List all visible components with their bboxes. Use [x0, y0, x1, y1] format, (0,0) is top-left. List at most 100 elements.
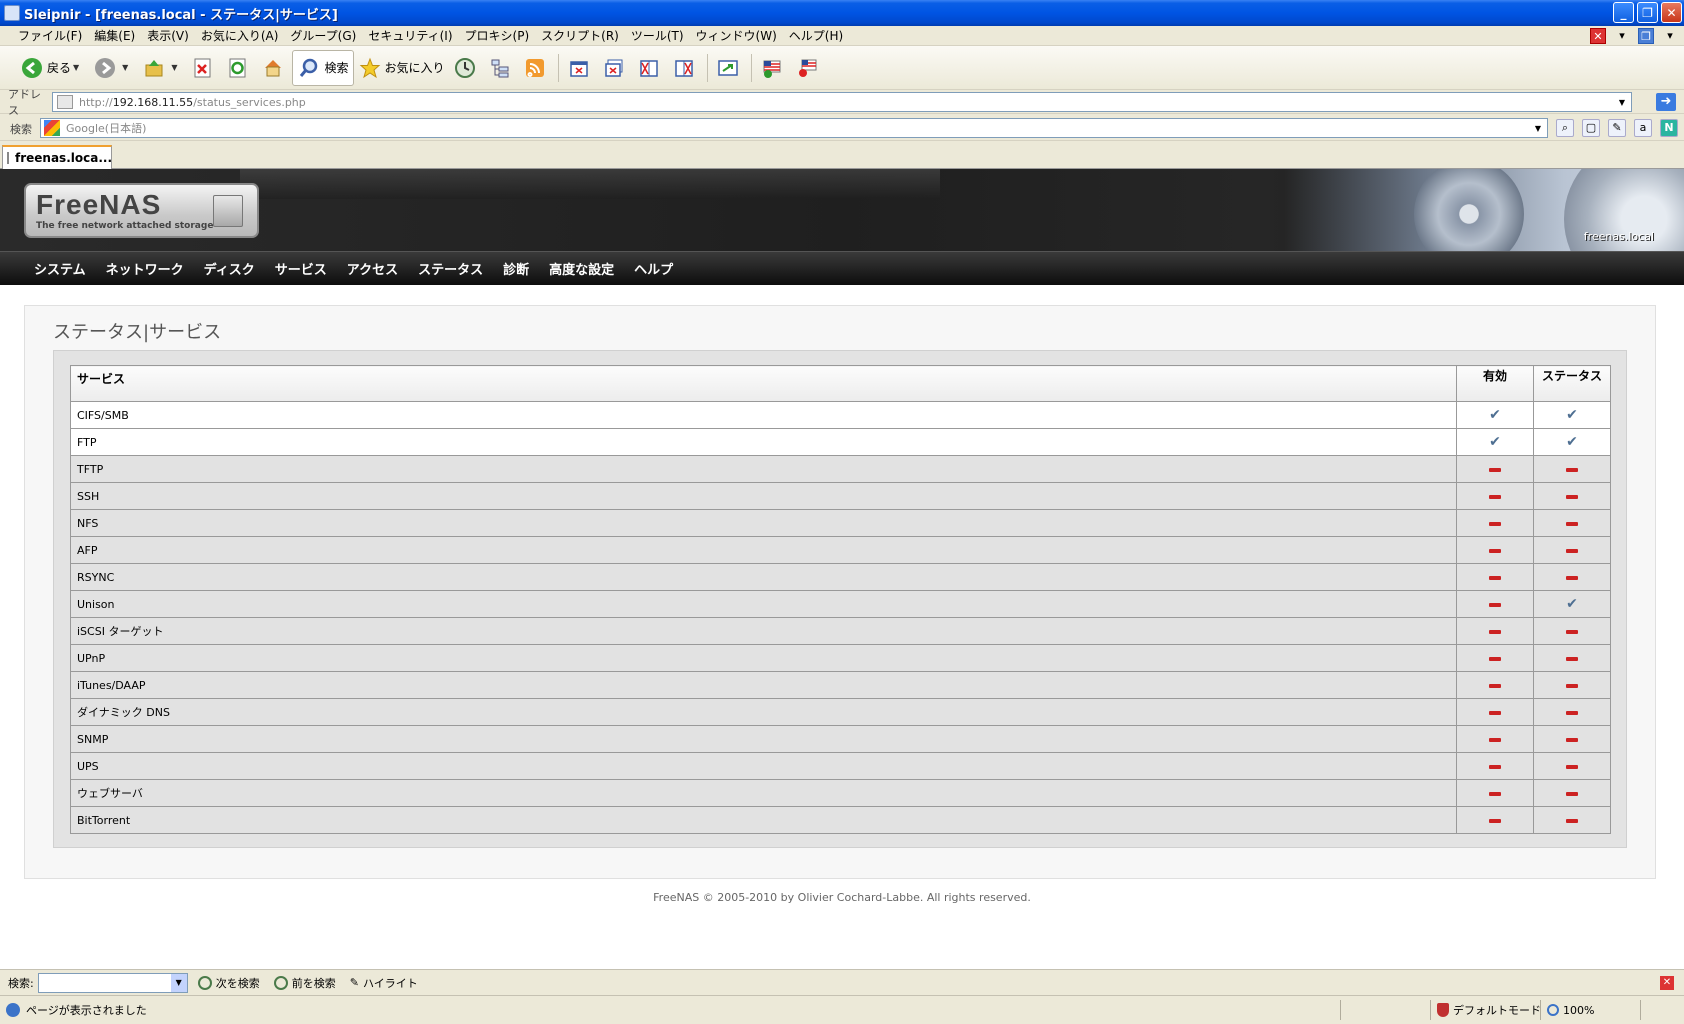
nav-disks[interactable]: ディスク — [194, 259, 265, 278]
service-name: SSH — [70, 482, 1457, 510]
restore-tab-icon[interactable]: ❐ — [1638, 28, 1654, 44]
menu-help[interactable]: ヘルプ(H) — [785, 27, 851, 44]
chevron-down-icon[interactable]: ▼ — [1619, 98, 1625, 107]
search-icon — [297, 56, 321, 80]
flag-button-1[interactable] — [756, 50, 791, 86]
find-input[interactable]: ▼ — [37, 972, 188, 993]
amazon-icon[interactable]: a — [1634, 119, 1652, 137]
chevron-down-icon[interactable]: ▾ — [1614, 28, 1630, 44]
tab-control-button-3[interactable] — [633, 50, 668, 86]
disabled-dash-icon — [1489, 467, 1501, 472]
flag-button-2[interactable] — [791, 50, 826, 86]
chevron-down-icon[interactable]: ▼ — [170, 973, 187, 992]
chevron-down-icon[interactable]: ▼ — [73, 63, 79, 72]
menu-edit[interactable]: 編集(E) — [90, 27, 143, 44]
service-enabled-cell — [1456, 509, 1534, 537]
search-icon — [197, 975, 212, 990]
nav-diagnostics[interactable]: 診断 — [493, 259, 539, 278]
service-enabled-cell — [1456, 806, 1534, 834]
tab-control-button-2[interactable] — [598, 50, 633, 86]
table-row: TFTP — [70, 455, 1611, 483]
tab-control-button-1[interactable] — [563, 50, 598, 86]
nav-status[interactable]: ステータス — [408, 259, 493, 278]
disabled-dash-icon — [1566, 710, 1578, 715]
highlight-pen-icon: ✎ — [349, 976, 359, 989]
highlight-button[interactable]: ✎ ハイライト — [350, 975, 418, 991]
service-name: RSYNC — [70, 563, 1457, 591]
freenas-logo[interactable]: FreeNAS The free network attached storag… — [24, 183, 259, 238]
disabled-dash-icon — [1566, 467, 1578, 472]
menu-favorites[interactable]: お気に入り(A) — [197, 27, 287, 44]
status-text: ページが表示されました — [26, 1004, 147, 1017]
service-status-cell — [1533, 698, 1611, 726]
service-enabled-cell — [1456, 779, 1534, 807]
chevron-down-icon[interactable]: ▼ — [1535, 124, 1541, 133]
disabled-dash-icon — [1489, 818, 1501, 823]
service-status-cell — [1533, 482, 1611, 510]
nav-network[interactable]: ネットワーク — [96, 259, 194, 278]
favorites-button[interactable]: お気に入り — [354, 50, 449, 86]
search-icon[interactable]: ⌕ — [1556, 119, 1574, 137]
go-arrow-icon[interactable]: ➜ — [1656, 93, 1676, 111]
rss-button[interactable] — [519, 50, 554, 86]
menu-window[interactable]: ウィンドウ(W) — [692, 27, 785, 44]
nav-system[interactable]: システム — [24, 259, 96, 278]
stop-button[interactable] — [187, 50, 222, 86]
nav-help[interactable]: ヘルプ — [624, 259, 683, 278]
content-panel: ステータス|サービス サービス 有効 ステータス CIFS/SMB ✔ ✔ FTP ✔ ✔… — [24, 305, 1656, 879]
chevron-down-icon[interactable]: ▼ — [122, 63, 128, 72]
search-tools: ⌕ ▢ ✎ a N — [1556, 119, 1678, 137]
n-logo-icon[interactable]: N — [1660, 119, 1678, 137]
zoom-level[interactable]: 100% — [1540, 1000, 1594, 1020]
window-title-bar[interactable]: Sleipnir - [freenas.local - ステータス|サービス] … — [0, 0, 1684, 26]
back-button[interactable]: 戻る ▼ — [16, 50, 89, 86]
nav-services[interactable]: サービス — [265, 259, 337, 278]
security-mode[interactable]: デフォルトモード — [1430, 1000, 1541, 1020]
search-input[interactable]: Google(日本語) ▼ — [40, 118, 1548, 138]
tab-freenas[interactable]: freenas.loca... — [2, 145, 112, 169]
find-prev-button[interactable]: 前を検索 — [273, 975, 336, 991]
search-toolbar-button[interactable]: 検索 — [292, 49, 354, 86]
minimize-button[interactable]: _ — [1613, 2, 1634, 23]
menu-bar: ファイル(F) 編集(E) 表示(V) お気に入り(A) グループ(G) セキュ… — [0, 26, 1684, 46]
menu-group[interactable]: グループ(G) — [286, 27, 364, 44]
disabled-dash-icon — [1489, 791, 1501, 796]
tree-button[interactable] — [484, 50, 519, 86]
page-search-icon[interactable]: ▢ — [1582, 119, 1600, 137]
reload-button[interactable] — [222, 50, 257, 86]
service-status-cell — [1533, 644, 1611, 672]
forward-button[interactable]: ▼ — [89, 50, 138, 86]
nav-advanced[interactable]: 高度な設定 — [539, 259, 624, 278]
table-row: ウェブサーバ — [70, 779, 1611, 807]
menu-security[interactable]: セキュリティ(I) — [364, 27, 460, 44]
close-button[interactable]: ✕ — [1661, 2, 1682, 23]
menu-view[interactable]: 表示(V) — [143, 27, 197, 44]
up-folder-button[interactable]: ▼ — [138, 50, 187, 86]
close-icon[interactable]: ✕ — [1660, 976, 1674, 990]
service-status-cell: ✔ — [1533, 428, 1611, 456]
table-row: iSCSI ターゲット — [70, 617, 1611, 645]
fullscreen-button[interactable] — [712, 50, 747, 86]
chevron-down-icon[interactable]: ▾ — [1662, 28, 1678, 44]
history-button[interactable] — [449, 50, 484, 86]
back-arrow-icon — [20, 56, 44, 80]
menu-script[interactable]: スクリプト(R) — [537, 27, 627, 44]
highlight-pen-icon[interactable]: ✎ — [1608, 119, 1626, 137]
chevron-down-icon[interactable]: ▼ — [171, 63, 177, 72]
status-panel-divider — [1640, 1000, 1647, 1020]
disabled-dash-icon — [1489, 602, 1501, 607]
nav-access[interactable]: アクセス — [337, 259, 408, 278]
service-status-cell — [1533, 752, 1611, 780]
home-button[interactable] — [257, 50, 292, 86]
restore-button[interactable]: ❐ — [1637, 2, 1658, 23]
menu-file[interactable]: ファイル(F) — [14, 27, 90, 44]
address-input[interactable]: http://192.168.11.55/status_services.php… — [52, 92, 1632, 112]
address-bar: アドレス http://192.168.11.55/status_service… — [0, 88, 1684, 117]
close-tab-icon[interactable]: ✕ — [1590, 28, 1606, 44]
menu-tools[interactable]: ツール(T) — [627, 27, 692, 44]
tab-control-button-4[interactable] — [668, 50, 703, 86]
address-label: アドレス — [8, 87, 41, 117]
hostname: freenas.local — [1583, 230, 1654, 243]
menu-proxy[interactable]: プロキシ(P) — [461, 27, 538, 44]
find-next-button[interactable]: 次を検索 — [197, 975, 260, 991]
